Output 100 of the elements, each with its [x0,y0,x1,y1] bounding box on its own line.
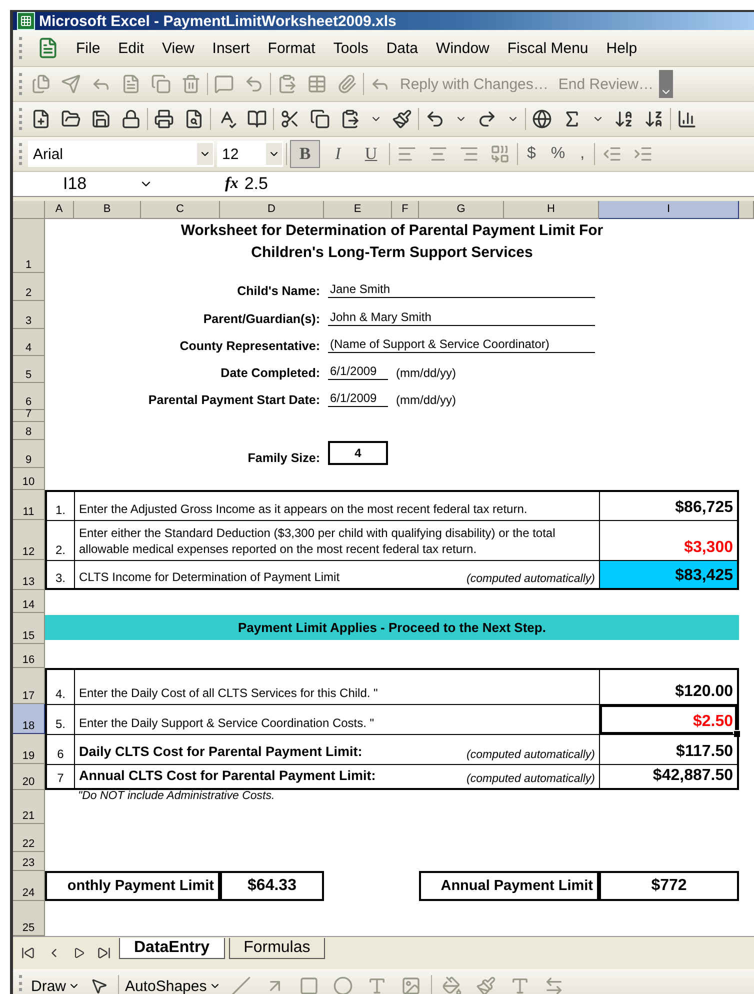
row-header[interactable]: 24 [13,871,45,901]
menu-item[interactable]: File [71,38,106,58]
paste-icon[interactable] [340,109,360,129]
first-sheet-icon[interactable] [21,946,35,960]
sort-descending-icon[interactable] [644,109,664,129]
menu-item[interactable]: Fiscal Menu [502,38,594,58]
table-icon[interactable] [307,74,327,94]
row-header[interactable]: 11 [13,490,45,520]
pointer-icon[interactable] [90,977,108,994]
menu-item[interactable]: Help [601,38,642,58]
sort-ascending-icon[interactable] [614,109,634,129]
select-all-corner[interactable] [13,201,45,219]
delete-icon[interactable] [181,74,201,94]
toolbar-overflow-button[interactable] [659,70,674,98]
row-header[interactable]: 17 [13,668,45,704]
column-header[interactable]: I [599,201,739,219]
comment-icon[interactable] [214,74,234,94]
column-header[interactable]: B [74,201,141,219]
fill-color-icon[interactable] [442,976,462,994]
field-value[interactable]: (Name of Support & Service Coordinator) [328,337,595,353]
arrow-style-icon[interactable] [544,976,564,994]
last-sheet-icon[interactable] [97,946,111,960]
number-format-button[interactable]: % [544,145,572,163]
underline-button[interactable]: U [356,140,386,168]
lock-icon[interactable] [121,109,141,129]
paintbrush-icon[interactable] [392,109,412,129]
row-header[interactable]: 7 [13,410,45,422]
menu-item[interactable]: Data [381,38,424,58]
number-format-button[interactable]: $ [521,145,542,163]
undo-icon[interactable] [425,109,445,129]
row-header[interactable]: 5 [13,356,45,383]
row-header[interactable]: 6 [13,383,45,410]
bold-button[interactable]: B [290,140,320,168]
save-icon[interactable] [91,109,111,129]
column-header[interactable]: G [419,201,504,219]
scissors-icon[interactable] [280,109,300,129]
italic-button[interactable]: I [323,140,353,168]
column-header[interactable]: D [220,201,324,219]
font-color-icon[interactable] [510,976,530,994]
copy-icon[interactable] [310,109,330,129]
printer-icon[interactable] [154,109,174,129]
amount-cell[interactable]: $117.50 [599,734,739,764]
row-header[interactable]: 10 [13,468,45,490]
date-value[interactable]: 6/1/2009 [328,391,388,407]
field-value[interactable]: John & Mary Smith [328,310,595,326]
column-header[interactable] [739,201,754,219]
draw-menu-button[interactable]: AutoShapes [125,978,221,994]
folder-icon[interactable] [61,109,81,129]
amount-cell[interactable]: $86,725 [599,490,739,520]
menu-item[interactable]: Window [431,38,494,58]
row-header[interactable]: 23 [13,852,45,871]
font-size-select[interactable]: 12 [217,141,283,167]
row-header[interactable]: 4 [13,329,45,356]
row-header[interactable]: 3 [13,301,45,329]
function-label[interactable]: fx [213,175,244,193]
row-header[interactable]: 14 [13,590,45,613]
row-header[interactable]: 25 [13,901,45,936]
row-header[interactable]: 1 [13,219,45,273]
document-icon[interactable] [121,74,141,94]
row-header[interactable]: 13 [13,560,45,590]
field-value[interactable]: Jane Smith [328,282,595,298]
date-value[interactable]: 6/1/2009 [328,364,388,380]
menu-item[interactable]: Tools [328,38,374,58]
column-header[interactable]: F [392,201,419,219]
row-header[interactable]: 8 [13,422,45,440]
sheet-tab[interactable]: DataEntry [119,938,225,958]
draw-menu-button[interactable]: Draw [31,978,80,994]
row-header[interactable]: 9 [13,440,45,468]
globe-icon[interactable] [532,109,552,129]
sheet-tab[interactable]: Formulas [228,938,326,958]
bar-chart-icon[interactable] [677,109,697,129]
row-header[interactable]: 16 [13,644,45,668]
amount-cell[interactable]: $42,887.50 [599,764,739,790]
menu-item[interactable]: View [157,38,200,58]
row-header[interactable]: 15 [13,613,45,644]
new-file-icon[interactable] [31,109,51,129]
line-color-icon[interactable] [476,976,496,994]
row-header[interactable]: 20 [13,764,45,790]
menu-item[interactable]: Insert [207,38,255,58]
row-header[interactable]: 18 [13,704,45,734]
text-box-icon[interactable] [366,976,387,994]
row-header[interactable]: 22 [13,824,45,852]
row-header[interactable]: 21 [13,790,45,824]
name-box[interactable]: I18 [13,174,213,194]
row-header[interactable]: 2 [13,273,45,301]
print-preview-icon[interactable] [184,109,204,129]
picture-icon[interactable] [400,976,421,994]
merge-icon[interactable] [490,144,510,164]
clipboard-icon[interactable] [277,74,297,94]
menu-item[interactable]: Format [262,38,320,58]
column-header[interactable]: H [504,201,599,219]
amount-cell[interactable]: $83,425 [599,560,739,590]
row-header[interactable]: 12 [13,520,45,560]
row-header[interactable]: 19 [13,734,45,764]
amount-cell[interactable]: $120.00 [599,668,739,704]
font-select[interactable]: Arial [28,141,214,167]
formula-field[interactable]: 2.5 [244,174,268,194]
book-icon[interactable] [247,109,267,129]
redo-icon[interactable] [477,109,497,129]
family-size-value[interactable]: 4 [328,441,388,465]
